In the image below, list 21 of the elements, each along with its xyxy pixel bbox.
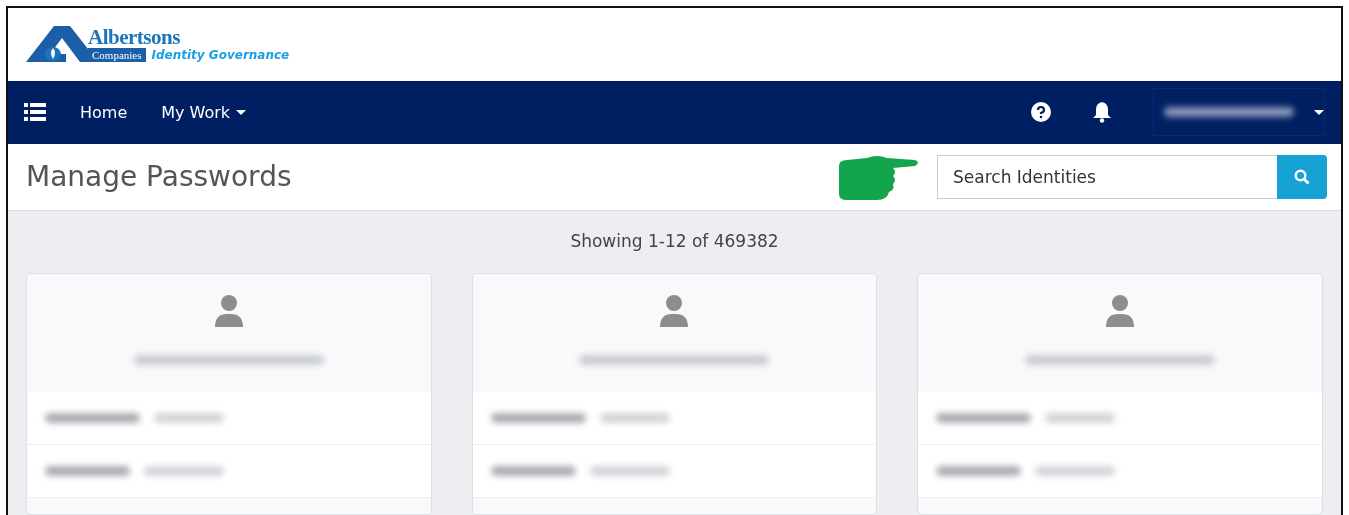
user-icon (1105, 294, 1136, 328)
search-field[interactable]: Search Identities (937, 154, 1277, 199)
search-button[interactable] (1277, 154, 1327, 199)
redacted-text (154, 413, 224, 423)
search-icon (1294, 168, 1310, 185)
brand-name: Albertsons (88, 26, 180, 49)
help-icon[interactable] (1031, 102, 1051, 123)
results-summary: Showing 1-12 of 469382 (570, 231, 779, 251)
page-title: Manage Passwords (26, 160, 292, 194)
brand-subtitle: Companies (88, 48, 146, 63)
nav-link[interactable]: Home (80, 102, 128, 122)
redacted-text (599, 413, 670, 423)
product-name: Identity Governance (151, 48, 290, 63)
redacted-text (1045, 413, 1116, 423)
user-icon (213, 294, 244, 328)
nav-link[interactable]: My Work (161, 102, 247, 122)
user-menu[interactable] (1153, 88, 1325, 137)
menu-icon[interactable] (24, 103, 46, 122)
user-icon (659, 294, 690, 328)
bell-icon[interactable] (1091, 101, 1113, 124)
caret-icon (1314, 109, 1324, 115)
